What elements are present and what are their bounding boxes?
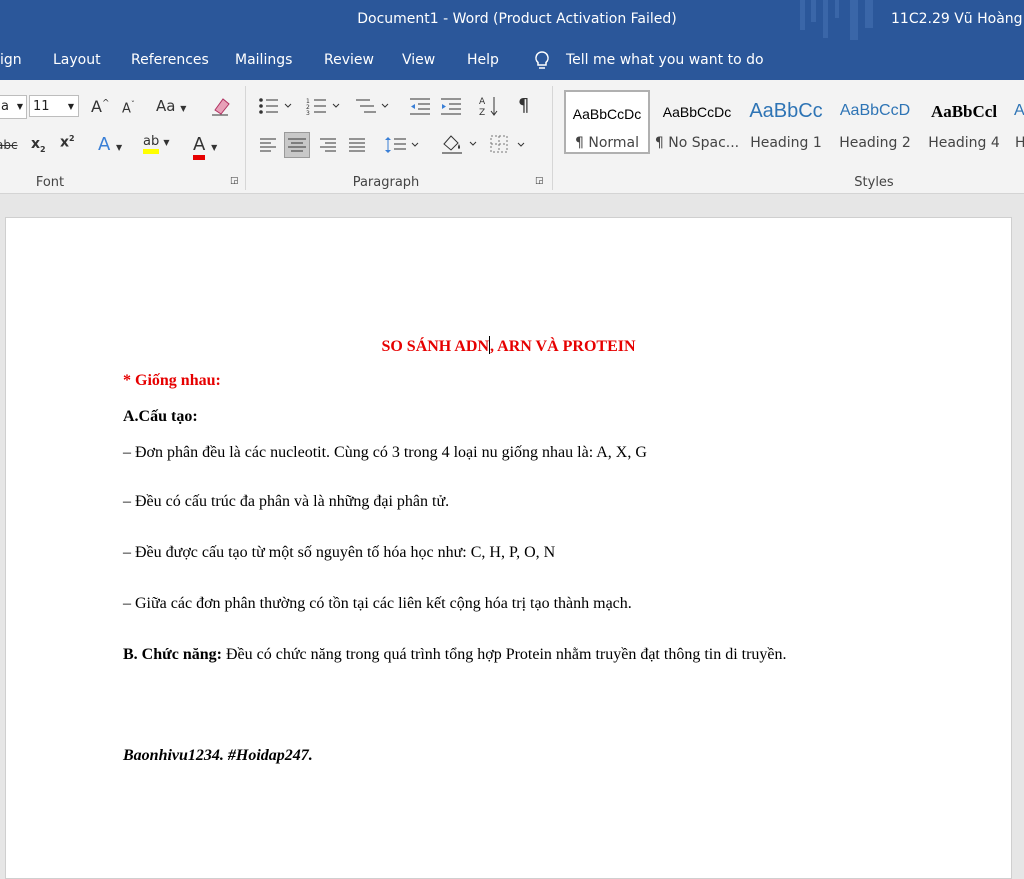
font-dialog-launcher[interactable]: ◲	[230, 176, 239, 186]
paragraph-4[interactable]: – Giữa các đơn phân thường có tồn tại cá…	[123, 595, 632, 613]
style-normal[interactable]: AaBbCcDc ¶ Normal	[564, 90, 650, 154]
font-size-box[interactable]: 11 ▼	[29, 95, 79, 117]
style-no-spacing[interactable]: AaBbCcDc ¶ No Spac...	[654, 90, 740, 154]
tab-view[interactable]: View	[402, 52, 435, 68]
borders-icon[interactable]	[490, 134, 528, 156]
bullets-icon[interactable]	[258, 96, 292, 116]
paragraph-group-label: Paragraph	[352, 175, 420, 190]
font-name-box[interactable]: a ▼	[0, 95, 27, 119]
group-separator	[552, 86, 553, 190]
tab-help[interactable]: Help	[467, 52, 499, 68]
section-heading-similarities[interactable]: * Giống nhau:	[123, 372, 221, 390]
tab-layout[interactable]: Layout	[53, 52, 101, 68]
lightbulb-icon[interactable]	[533, 50, 551, 72]
group-separator	[245, 86, 246, 190]
tab-design[interactable]: ign	[0, 52, 22, 68]
svg-text:Z: Z	[479, 108, 485, 118]
paragraph-dialog-launcher[interactable]: ◲	[535, 176, 544, 186]
strikethrough-button[interactable]: abc	[0, 138, 18, 152]
align-right-icon[interactable]	[318, 136, 338, 154]
styles-group-label: Styles	[854, 175, 894, 190]
align-center-button[interactable]	[284, 132, 310, 158]
svg-text:3: 3	[306, 110, 310, 116]
grow-font-button[interactable]: A^	[91, 97, 110, 116]
align-left-icon[interactable]	[258, 136, 278, 154]
subheading-structure[interactable]: A.Cấu tạo:	[123, 408, 198, 426]
text-effects-button[interactable]: A ▼	[98, 134, 122, 155]
paragraph-1[interactable]: – Đơn phân đều là các nucleotit. Cùng có…	[123, 444, 647, 462]
paragraph-3[interactable]: – Đều được cấu tạo từ một số nguyên tố h…	[123, 544, 555, 562]
ribbon-tabs: ign Layout References Mailings Review Vi…	[0, 40, 1024, 80]
paragraph-2[interactable]: – Đều có cấu trúc đa phân và là những đạ…	[123, 493, 449, 511]
font-color-button[interactable]: A ▼	[193, 134, 217, 160]
svg-text:A: A	[479, 97, 486, 107]
account-name[interactable]: 11C2.29 Vũ Hoàng N	[891, 11, 1024, 27]
ribbon: a▼ 11▼ A^ Aˇ Aa ▼ abc x2 x2 A ▼ ab ▼ A ▼…	[0, 80, 1024, 194]
shrink-font-button[interactable]: Aˇ	[122, 100, 135, 116]
sort-icon[interactable]: AZ	[478, 94, 500, 118]
show-formatting-marks-button[interactable]: ¶	[518, 95, 529, 116]
tab-references[interactable]: References	[131, 52, 209, 68]
change-case-button[interactable]: Aa ▼	[156, 97, 186, 115]
style-partial[interactable]: A H	[1010, 90, 1024, 154]
window-title: Document1 - Word (Product Activation Fai…	[357, 11, 677, 27]
paragraph-function[interactable]: B. Chức năng: Đều có chức năng trong quá…	[123, 646, 787, 664]
style-heading-2[interactable]: AaBbCcD Heading 2	[832, 90, 918, 154]
title-bar: Document1 - Word (Product Activation Fai…	[0, 0, 1024, 40]
clear-formatting-icon[interactable]	[210, 95, 232, 117]
tab-review[interactable]: Review	[324, 52, 374, 68]
increase-indent-icon[interactable]	[439, 96, 463, 116]
font-group-label: Font	[35, 175, 65, 190]
style-heading-4[interactable]: AaBbCcl Heading 4	[921, 90, 1007, 154]
decrease-indent-icon[interactable]	[408, 96, 432, 116]
justify-icon[interactable]	[347, 136, 367, 154]
style-heading-1[interactable]: AaBbCc Heading 1	[743, 90, 829, 154]
align-center-icon	[288, 138, 306, 152]
signature-line[interactable]: Baonhivu1234. #Hoidap247.	[123, 747, 313, 765]
highlight-color-button[interactable]: ab ▼	[143, 134, 170, 154]
superscript-button[interactable]: x2	[60, 134, 75, 151]
multilevel-list-icon[interactable]	[354, 96, 390, 116]
document-title[interactable]: SO SÁNH ADN, ARN VÀ PROTEIN	[6, 336, 1011, 356]
tell-me-search[interactable]: Tell me what you want to do	[566, 52, 764, 68]
shading-icon[interactable]	[440, 132, 480, 156]
numbering-icon[interactable]: 123	[306, 96, 340, 116]
line-spacing-icon[interactable]	[384, 134, 422, 156]
subscript-button[interactable]: x2	[31, 136, 46, 154]
tab-mailings[interactable]: Mailings	[235, 52, 292, 68]
document-page[interactable]: SO SÁNH ADN, ARN VÀ PROTEIN * Giống nhau…	[5, 217, 1012, 879]
